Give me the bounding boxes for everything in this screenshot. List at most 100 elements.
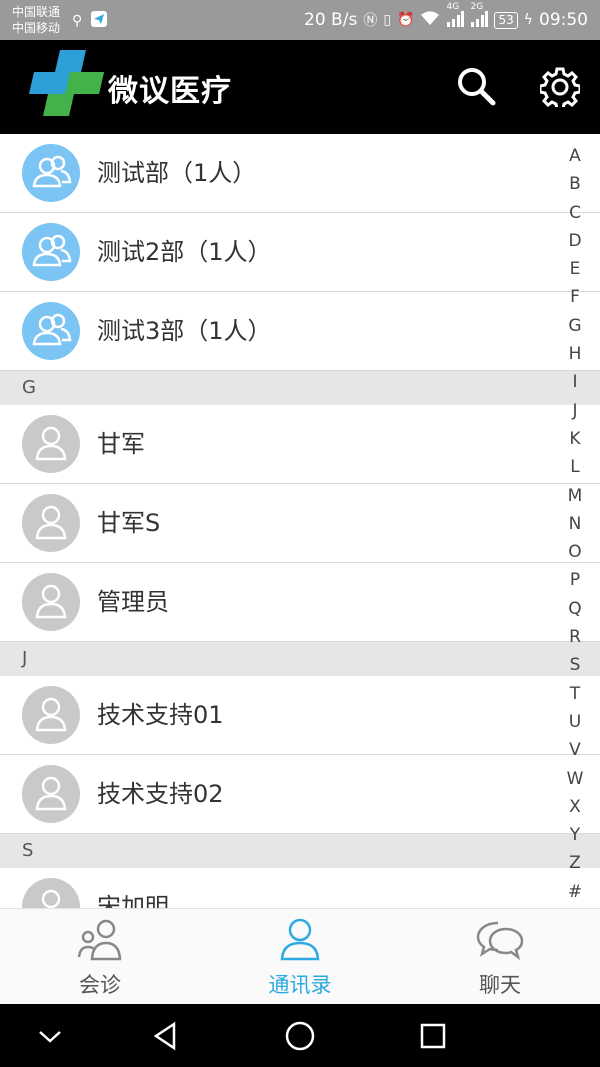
contact-name: 管理员: [97, 588, 169, 616]
alphabet-index-letter[interactable]: H: [560, 340, 590, 368]
battery-indicator: 53: [494, 11, 518, 29]
alphabet-index-letter[interactable]: V: [560, 736, 590, 764]
section-header-j: J: [0, 642, 600, 676]
recents-square-icon: [420, 1023, 446, 1049]
chat-icon: [476, 921, 524, 961]
carrier-2: 中国移动: [12, 21, 61, 35]
app-notification-icon: [90, 10, 108, 32]
search-button[interactable]: [456, 66, 496, 106]
person-avatar-icon: [22, 878, 80, 908]
people-icon: [77, 919, 122, 961]
alphabet-index-letter[interactable]: P: [560, 566, 590, 594]
home-button[interactable]: [282, 1018, 318, 1054]
settings-button[interactable]: [538, 67, 582, 111]
alphabet-index-letter[interactable]: I: [560, 368, 590, 396]
contact-row[interactable]: 甘军S: [0, 484, 600, 563]
alphabet-index-letter[interactable]: E: [560, 255, 590, 283]
tab-chat[interactable]: 聊天: [400, 909, 600, 1005]
alphabet-index-letter[interactable]: C: [560, 199, 590, 227]
app-title: 微议医疗: [108, 74, 232, 109]
back-triangle-icon: [153, 1021, 176, 1051]
alphabet-index-letter[interactable]: T: [560, 680, 590, 708]
signal-1-icon: 4G: [446, 2, 465, 30]
contact-name: 技术支持01: [97, 701, 224, 729]
contact-row[interactable]: 技术支持02: [0, 755, 600, 834]
alphabet-index-letter[interactable]: M: [560, 482, 590, 510]
chevron-down-icon: [39, 1031, 61, 1043]
vibrate-icon: ▯: [383, 12, 392, 28]
contact-name: 宋加明: [97, 893, 169, 908]
search-icon: [458, 68, 496, 106]
alphabet-index-letter[interactable]: K: [560, 425, 590, 453]
wifi-icon: [420, 10, 440, 31]
collapse-nav-button[interactable]: [32, 1018, 68, 1054]
nfc-icon: Ⓝ: [363, 13, 378, 29]
bottom-tab-bar: 会诊 通讯录 聊天: [0, 908, 600, 1005]
alphabet-index-letter[interactable]: J: [560, 397, 590, 425]
section-letter: S: [22, 840, 34, 861]
group-avatar-icon: [22, 223, 80, 281]
carrier-1: 中国联通: [12, 5, 61, 19]
contact-list[interactable]: 测试部（1人） 测试2部（1人） 测试3部（1人） G 甘军 甘军S 管理员 J…: [0, 134, 600, 908]
department-row[interactable]: 测试3部（1人）: [0, 292, 600, 371]
alphabet-index-letter[interactable]: Q: [560, 595, 590, 623]
contact-name: 甘军: [97, 430, 145, 458]
contact-name: 技术支持02: [97, 780, 224, 808]
alphabet-index-letter[interactable]: F: [560, 283, 590, 311]
usb-icon: ⚲: [72, 13, 83, 29]
group-avatar-icon: [22, 302, 80, 360]
person-avatar-icon: [22, 415, 80, 473]
alphabet-index-letter[interactable]: R: [560, 623, 590, 651]
section-letter: J: [22, 648, 28, 669]
app-header: 微议医疗: [0, 40, 600, 134]
contact-row[interactable]: 技术支持01: [0, 676, 600, 755]
alphabet-index-letter[interactable]: L: [560, 453, 590, 481]
app-logo: [26, 50, 108, 124]
alphabet-index-letter[interactable]: Z: [560, 849, 590, 877]
alphabet-index-letter[interactable]: S: [560, 651, 590, 679]
system-nav-bar: [0, 1004, 600, 1067]
contact-row[interactable]: 甘军: [0, 405, 600, 484]
department-label: 测试3部（1人）: [97, 317, 272, 345]
status-bar: 中国联通 中国移动 ⚲ 20 B/s Ⓝ ▯ ⏰ 4G 2G 53 ϟ 09:5…: [0, 0, 600, 40]
clock: 09:50: [539, 10, 588, 30]
charging-icon: ϟ: [523, 12, 533, 28]
alphabet-index-letter[interactable]: B: [560, 170, 590, 198]
alphabet-index-letter[interactable]: A: [560, 142, 590, 170]
tab-label: 聊天: [479, 973, 521, 997]
alphabet-index-letter[interactable]: U: [560, 708, 590, 736]
recents-button[interactable]: [415, 1018, 451, 1054]
tab-label: 会诊: [79, 973, 121, 997]
person-avatar-icon: [22, 686, 80, 744]
alphabet-index-letter[interactable]: D: [560, 227, 590, 255]
alphabet-index-letter[interactable]: Y: [560, 821, 590, 849]
tab-consultation[interactable]: 会诊: [0, 909, 200, 1005]
alarm-icon: ⏰: [397, 12, 415, 28]
alphabet-index-letter[interactable]: O: [560, 538, 590, 566]
back-button[interactable]: [148, 1018, 184, 1054]
person-avatar-icon: [22, 573, 80, 631]
alphabet-index-letter[interactable]: X: [560, 793, 590, 821]
section-header-s: S: [0, 834, 600, 868]
net-speed: 20 B/s: [304, 10, 358, 30]
alphabet-index-letter[interactable]: N: [560, 510, 590, 538]
section-letter: G: [22, 377, 36, 398]
contact-icon: [280, 918, 320, 961]
contact-row[interactable]: 宋加明: [0, 868, 600, 908]
section-header-g: G: [0, 371, 600, 405]
department-label: 测试2部（1人）: [97, 238, 272, 266]
alphabet-index-letter[interactable]: W: [560, 765, 590, 793]
signal-2-icon: 2G: [470, 2, 489, 30]
contact-row[interactable]: 管理员: [0, 563, 600, 642]
carrier-info: 中国联通 中国移动: [12, 4, 60, 36]
department-row[interactable]: 测试2部（1人）: [0, 213, 600, 292]
tab-label: 通讯录: [268, 973, 332, 997]
department-label: 测试部（1人）: [97, 159, 257, 187]
tab-contacts[interactable]: 通讯录: [200, 909, 400, 1005]
department-row[interactable]: 测试部（1人）: [0, 134, 600, 213]
group-avatar-icon: [22, 144, 80, 202]
gear-icon: [538, 67, 582, 111]
alphabet-index-letter[interactable]: #: [560, 878, 590, 906]
alphabet-index[interactable]: A B C D E F G H I J K L M N O P Q R S T U V W X Y Z #: [560, 142, 590, 906]
alphabet-index-letter[interactable]: G: [560, 312, 590, 340]
